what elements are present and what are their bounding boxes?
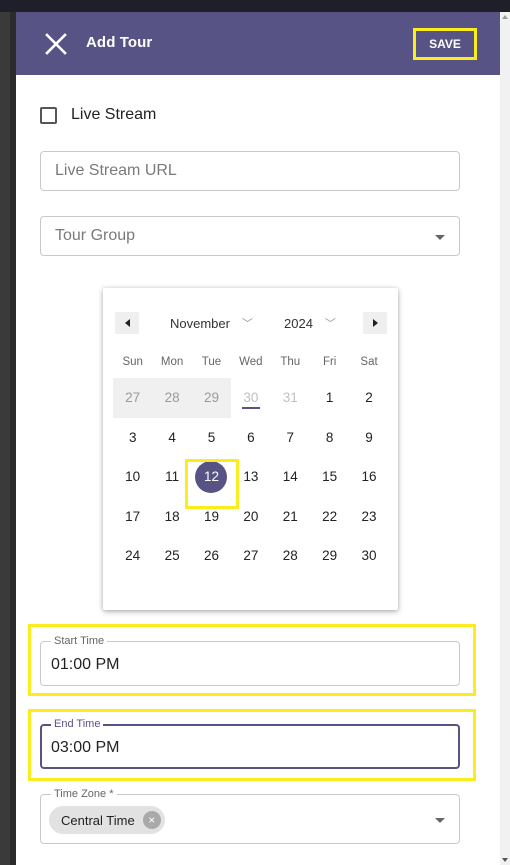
live-stream-label: Live Stream <box>71 106 157 123</box>
scrollbar[interactable] <box>500 12 510 865</box>
calendar-day[interactable]: 17 <box>113 497 152 537</box>
calendar-day[interactable]: 6 <box>231 418 270 458</box>
calendar-day-outside[interactable]: 29 <box>191 378 232 418</box>
calendar-day-outside[interactable]: 31 <box>270 378 310 418</box>
date-picker: November ﹀ 2024 ﹀ Sun Mon Tue Wed Thu Fr… <box>103 288 398 610</box>
time-zone-chip-label: Central Time <box>61 812 135 828</box>
start-time-label: Start Time <box>51 635 108 647</box>
calendar-day[interactable]: 30 <box>349 536 388 576</box>
weekday-label: Sat <box>360 356 378 368</box>
live-stream-row[interactable]: Live Stream <box>40 106 156 124</box>
calendar-day[interactable]: 27 <box>231 536 270 576</box>
calendar-day[interactable]: 10 <box>113 457 152 497</box>
calendar-day[interactable]: 3 <box>113 418 152 458</box>
close-icon <box>45 33 67 55</box>
weekday-label: Fri <box>322 356 337 368</box>
chip-remove-icon[interactable]: × <box>142 811 161 829</box>
end-time-label: End Time <box>51 718 104 730</box>
year-select[interactable]: 2024 ﹀ <box>284 315 336 331</box>
page-title: Add Tour <box>86 34 153 51</box>
calendar-day[interactable]: 7 <box>271 418 310 458</box>
calendar-day[interactable]: 1 <box>310 378 349 418</box>
year-value: 2024 <box>284 315 313 331</box>
app-bar: Add Tour SAVE <box>16 12 500 75</box>
calendar-day[interactable]: 25 <box>152 536 191 576</box>
calendar-day[interactable]: 14 <box>271 457 310 497</box>
background-edge <box>0 12 10 865</box>
month-select[interactable]: November ﹀ <box>170 315 253 331</box>
calendar-day-outside[interactable]: 27 <box>113 378 153 418</box>
calendar-day[interactable]: 8 <box>310 418 349 458</box>
tour-group-placeholder: Tour Group <box>55 227 136 244</box>
triangle-right-icon <box>372 319 378 327</box>
calendar-day[interactable]: 29 <box>310 536 349 576</box>
close-button[interactable] <box>44 32 68 56</box>
add-tour-dialog: Add Tour SAVE Live Stream Live Stream UR… <box>16 12 500 865</box>
scroll-up-arrow-icon[interactable] <box>502 15 508 19</box>
calendar-week: 24 25 26 27 28 29 30 <box>113 536 389 576</box>
month-value: November <box>170 315 230 331</box>
calendar-week: 27 28 29 30 31 1 2 <box>113 378 389 418</box>
weekday-label: Thu <box>280 356 301 368</box>
calendar-day-outside-current[interactable]: 30 <box>231 378 271 418</box>
dropdown-caret-icon <box>435 818 445 823</box>
weekday-label: Sun <box>122 356 143 368</box>
calendar-day[interactable]: 28 <box>271 536 310 576</box>
time-zone-chip: Central Time × <box>49 806 165 834</box>
triangle-left-icon <box>124 319 130 327</box>
calendar-day-outside[interactable]: 28 <box>152 378 192 418</box>
selected-day-highlight <box>185 459 239 509</box>
calendar-day[interactable]: 24 <box>113 536 152 576</box>
start-time-field[interactable]: Start Time 01:00 PM <box>40 635 460 686</box>
calendar-day[interactable]: 26 <box>192 536 231 576</box>
window-top-strip <box>0 0 510 12</box>
calendar-day[interactable]: 5 <box>192 418 231 458</box>
live-stream-url-placeholder: Live Stream URL <box>55 162 177 179</box>
tour-group-select[interactable]: Tour Group <box>40 216 460 256</box>
chevron-down-icon: ﹀ <box>241 318 253 330</box>
time-zone-select[interactable]: Time Zone * Central Time × <box>40 788 460 844</box>
end-time-field[interactable]: End Time 03:00 PM <box>40 718 460 769</box>
calendar-day[interactable]: 4 <box>152 418 191 458</box>
start-time-value: 01:00 PM <box>51 656 120 673</box>
weekday-label: Mon <box>160 356 184 368</box>
calendar-day[interactable]: 16 <box>349 457 388 497</box>
live-stream-checkbox[interactable] <box>40 106 57 124</box>
save-button[interactable]: SAVE <box>413 28 477 60</box>
time-zone-label: Time Zone * <box>51 788 117 800</box>
chevron-down-icon: ﹀ <box>324 318 336 330</box>
live-stream-url-field[interactable]: Live Stream URL <box>40 151 460 191</box>
next-month-button[interactable] <box>363 312 387 334</box>
weekday-label: Wed <box>239 356 263 368</box>
calendar-week: 3 4 5 6 7 8 9 <box>113 418 389 458</box>
weekday-label: Tue <box>201 356 222 368</box>
calendar-day[interactable]: 22 <box>310 497 349 537</box>
dropdown-caret-icon <box>435 235 445 240</box>
previous-month-button[interactable] <box>115 312 139 334</box>
weekday-header: Sun Mon Tue Wed Thu Fri Sat <box>113 356 389 368</box>
calendar-week: 10 11 12 13 14 15 16 <box>113 457 389 497</box>
calendar-day[interactable]: 2 <box>349 378 388 418</box>
end-time-value: 03:00 PM <box>51 739 120 756</box>
calendar-day[interactable]: 15 <box>310 457 349 497</box>
calendar-grid: 27 28 29 30 31 1 2 3 4 5 6 7 8 9 10 11 1… <box>113 378 389 576</box>
calendar-day[interactable]: 9 <box>349 418 388 458</box>
calendar-day[interactable]: 23 <box>349 497 388 537</box>
calendar-day[interactable]: 21 <box>271 497 310 537</box>
calendar-week: 17 18 19 20 21 22 23 <box>113 497 389 537</box>
scroll-down-arrow-icon[interactable] <box>502 858 508 862</box>
